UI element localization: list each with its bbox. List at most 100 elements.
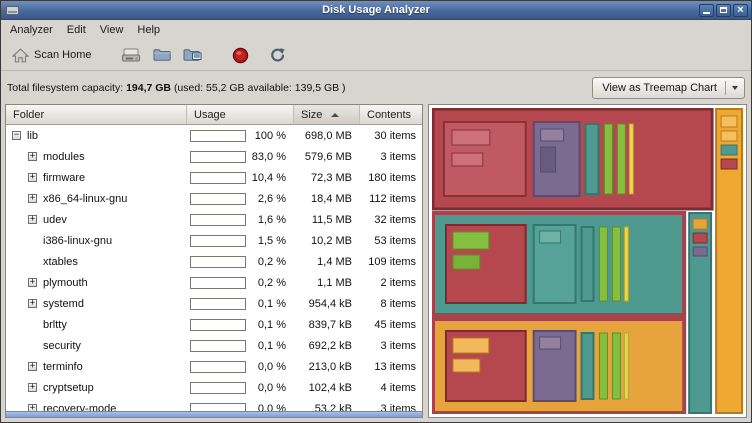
expander-toggle[interactable]: +: [28, 278, 37, 287]
usage-percent: 0,1 %: [258, 340, 286, 352]
contents-value: 30 items: [360, 125, 422, 146]
treemap-svg[interactable]: [432, 108, 743, 414]
usage-percent: 1,5 %: [258, 235, 286, 247]
folder-name: brltty: [43, 319, 67, 331]
column-header-contents[interactable]: Contents: [360, 105, 422, 125]
usage-percent: 0,0 %: [258, 361, 286, 373]
treemap-panel: [428, 104, 747, 418]
usage-bar: [190, 235, 246, 247]
capacity-prefix: Total filesystem capacity:: [7, 82, 123, 94]
table-row[interactable]: + terminfo 0,0 % 213,0 kB 13 items: [6, 356, 422, 377]
expander-toggle[interactable]: +: [28, 299, 37, 308]
table-row[interactable]: + cryptsetup 0,0 % 102,4 kB 4 items: [6, 377, 422, 398]
contents-value: 2 items: [360, 272, 422, 293]
menu-view[interactable]: View: [93, 20, 131, 40]
usage-percent: 2,6 %: [258, 193, 286, 205]
contents-value: 45 items: [360, 314, 422, 335]
expander-toggle[interactable]: +: [28, 362, 37, 371]
expander-toggle[interactable]: +: [28, 194, 37, 203]
filesystem-capacity-status: Total filesystem capacity: 194,7 GB (use…: [7, 82, 346, 94]
horizontal-scrollbar[interactable]: [6, 411, 422, 417]
column-header-usage[interactable]: Usage: [187, 105, 294, 125]
size-value: 579,6 MB: [294, 146, 360, 167]
expander-toggle[interactable]: +: [28, 173, 37, 182]
close-button[interactable]: ×: [733, 4, 748, 17]
table-row[interactable]: + x86_64-linux-gnu 2,6 % 18,4 MB 112 ite…: [6, 188, 422, 209]
size-value: 213,0 kB: [294, 356, 360, 377]
contents-value: 3 items: [360, 335, 422, 356]
usage-bar: [190, 193, 246, 205]
view-mode-dropdown[interactable]: View as Treemap Chart: [592, 77, 745, 99]
usage-percent: 0,2 %: [258, 277, 286, 289]
size-value: 1,4 MB: [294, 251, 360, 272]
table-row[interactable]: + plymouth 0,2 % 1,1 MB 2 items: [6, 272, 422, 293]
table-row[interactable]: + modules 83,0 % 579,6 MB 3 items: [6, 146, 422, 167]
column-header-size[interactable]: Size: [294, 105, 360, 125]
table-row[interactable]: brltty 0,1 % 839,7 kB 45 items: [6, 314, 422, 335]
scan-folder-button[interactable]: [147, 45, 177, 65]
table-body: − lib 100 % 698,0 MB 30 items + modules …: [6, 125, 422, 417]
stop-button[interactable]: [226, 44, 255, 67]
menu-edit[interactable]: Edit: [60, 20, 93, 40]
contents-value: 180 items: [360, 167, 422, 188]
usage-bar: [190, 172, 246, 184]
close-icon: ×: [737, 5, 743, 16]
folder-name: xtables: [43, 256, 78, 268]
window-title: Disk Usage Analyzer: [1, 4, 751, 16]
expander-toggle[interactable]: +: [28, 152, 37, 161]
folder-name: systemd: [43, 298, 84, 310]
app-icon: [6, 5, 19, 16]
column-label-contents: Contents: [367, 109, 411, 121]
usage-percent: 0,1 %: [258, 319, 286, 331]
usage-percent: 83,0 %: [252, 151, 286, 163]
folder-icon: [153, 48, 171, 62]
folder-name: plymouth: [43, 277, 88, 289]
usage-percent: 10,4 %: [252, 172, 286, 184]
home-icon: [12, 48, 29, 63]
folder-name: firmware: [43, 172, 85, 184]
maximize-icon: [720, 7, 727, 13]
expander-toggle[interactable]: +: [28, 215, 37, 224]
folder-name: lib: [27, 130, 38, 142]
expander-toggle[interactable]: +: [28, 383, 37, 392]
sort-ascending-icon: [331, 113, 339, 117]
scan-filesystem-button[interactable]: [115, 44, 147, 66]
toolbar: Scan Home: [1, 40, 751, 71]
menu-analyzer[interactable]: Analyzer: [3, 20, 60, 40]
table-header: Folder Usage Size Contents: [6, 105, 422, 125]
contents-value: 53 items: [360, 230, 422, 251]
usage-bar: [190, 340, 246, 352]
table-row[interactable]: + systemd 0,1 % 954,4 kB 8 items: [6, 293, 422, 314]
stop-icon: [232, 47, 249, 64]
size-value: 11,5 MB: [294, 209, 360, 230]
folder-name: i386-linux-gnu: [43, 235, 112, 247]
expander-toggle[interactable]: −: [12, 131, 21, 140]
usage-bar: [190, 277, 246, 289]
table-row[interactable]: + firmware 10,4 % 72,3 MB 180 items: [6, 167, 422, 188]
folder-name: terminfo: [43, 361, 83, 373]
size-value: 692,2 kB: [294, 335, 360, 356]
titlebar[interactable]: Disk Usage Analyzer ×: [1, 1, 751, 20]
maximize-button[interactable]: [716, 4, 731, 17]
main-content: Folder Usage Size Contents − lib 100 % 6…: [5, 104, 747, 418]
size-value: 698,0 MB: [294, 125, 360, 146]
contents-value: 13 items: [360, 356, 422, 377]
size-value: 72,3 MB: [294, 167, 360, 188]
scan-home-button[interactable]: Scan Home: [6, 45, 97, 66]
column-header-folder[interactable]: Folder: [6, 105, 187, 125]
table-row[interactable]: + udev 1,6 % 11,5 MB 32 items: [6, 209, 422, 230]
usage-bar: [190, 214, 246, 226]
menu-help[interactable]: Help: [130, 20, 167, 40]
contents-value: 3 items: [360, 146, 422, 167]
folder-name: udev: [43, 214, 67, 226]
minimize-icon: [703, 12, 710, 14]
folder-name: security: [43, 340, 81, 352]
table-row[interactable]: − lib 100 % 698,0 MB 30 items: [6, 125, 422, 146]
table-row[interactable]: security 0,1 % 692,2 kB 3 items: [6, 335, 422, 356]
refresh-button[interactable]: [263, 44, 292, 66]
table-row[interactable]: i386-linux-gnu 1,5 % 10,2 MB 53 items: [6, 230, 422, 251]
scan-remote-folder-button[interactable]: [177, 45, 208, 66]
table-row[interactable]: xtables 0,2 % 1,4 MB 109 items: [6, 251, 422, 272]
minimize-button[interactable]: [699, 4, 714, 17]
chevron-down-icon: [725, 81, 738, 95]
